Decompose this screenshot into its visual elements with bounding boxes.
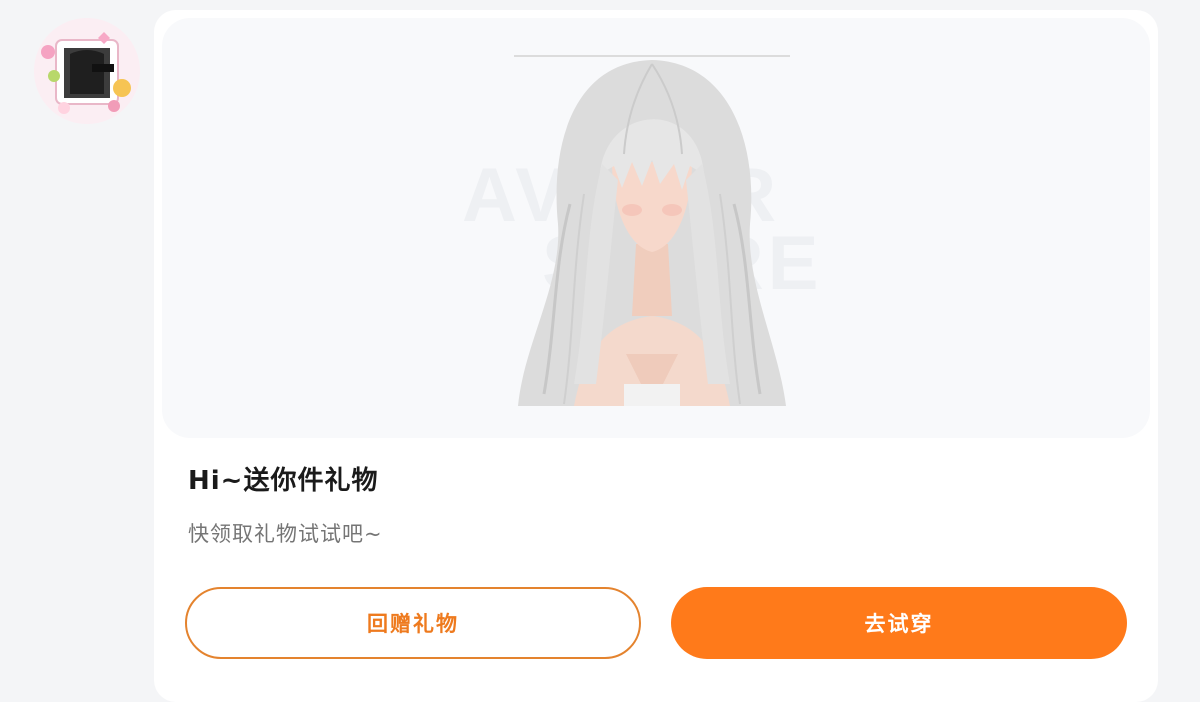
- sender-avatar[interactable]: [34, 18, 140, 124]
- try-on-button[interactable]: 去试穿: [671, 587, 1127, 659]
- gift-card: AVATAR STORE: [154, 10, 1158, 702]
- gift-preview: AVATAR STORE: [162, 18, 1150, 438]
- gift-subtitle: 快领取礼物试试吧~: [188, 522, 383, 546]
- hairstyle-preview-icon: [514, 55, 790, 406]
- gift-title: Hi~送你件礼物: [188, 466, 379, 496]
- sender-avatar-icon: [34, 18, 140, 124]
- return-gift-button[interactable]: 回赠礼物: [185, 587, 641, 659]
